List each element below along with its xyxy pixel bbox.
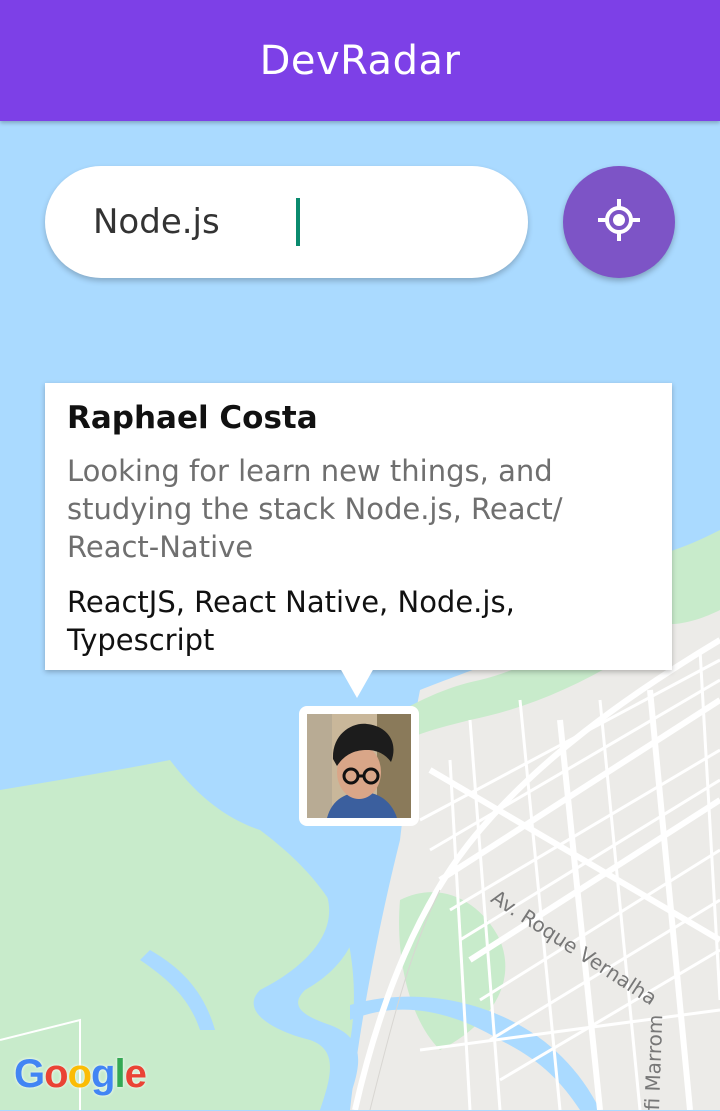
app-title: DevRadar <box>259 37 461 84</box>
dev-callout[interactable]: Raphael Costa Looking for learn new thin… <box>45 383 672 670</box>
crosshair-icon <box>595 196 643 249</box>
app-bar: DevRadar <box>0 0 720 121</box>
locate-button[interactable] <box>563 166 675 278</box>
callout-tail <box>340 668 374 698</box>
avatar-photo <box>307 714 411 818</box>
dev-techs: ReactJS, React Native, Node.js, Typescri… <box>67 585 515 657</box>
dev-marker[interactable] <box>299 706 419 826</box>
text-caret <box>296 198 300 246</box>
street-label-marrom: fi Marrom <box>640 1014 668 1111</box>
dev-name: Raphael Costa <box>67 400 318 436</box>
google-attribution: Google <box>14 1052 147 1096</box>
dev-bio: Looking for learn new things, and studyi… <box>67 454 563 564</box>
search-bar[interactable] <box>45 166 528 278</box>
search-input[interactable] <box>91 201 295 243</box>
